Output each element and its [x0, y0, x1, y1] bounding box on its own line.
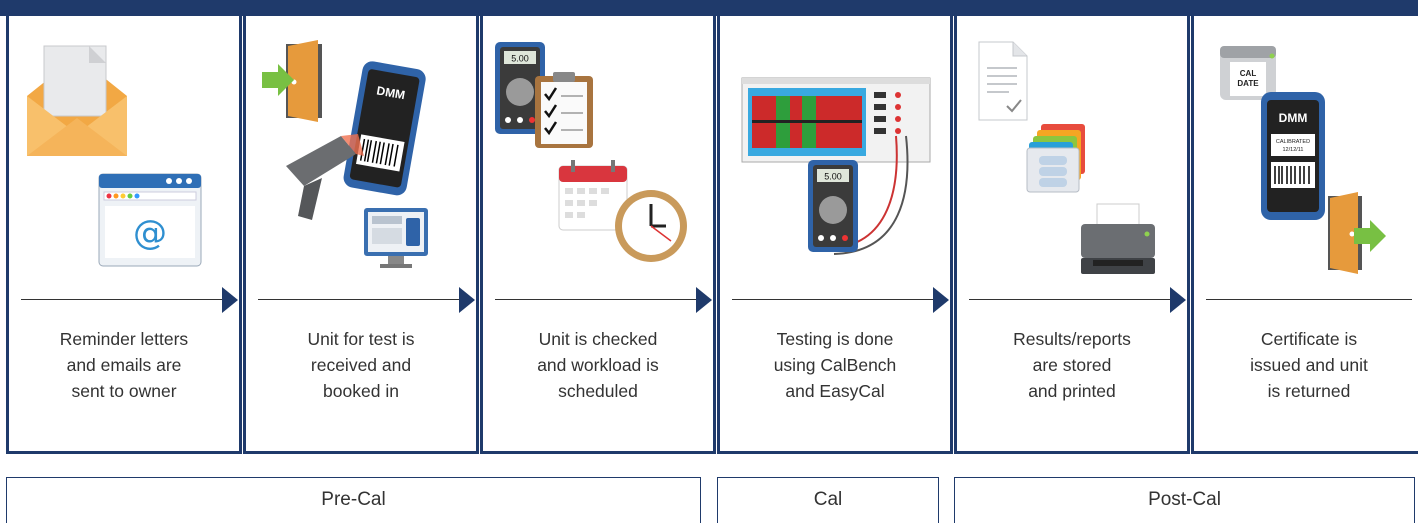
dmm-label: DMM: [1279, 111, 1308, 125]
step-panel-testing: 5.00 Testing is done using CalBench and …: [717, 16, 953, 454]
door-in-icon: [262, 40, 322, 122]
clock-icon: [615, 190, 687, 262]
checklist-clipboard-icon: [535, 72, 593, 148]
door-scanner-dmm-icons: DMM: [262, 40, 428, 268]
calibrated-label: CALIBRATED: [1276, 139, 1310, 145]
flow-arrow: [696, 287, 712, 313]
meter-checklist-calendar-clock-icons: 5.00: [495, 42, 687, 262]
divider: [1206, 299, 1412, 300]
step-panel-reminders: @ Reminder letters and emails are sent t…: [6, 16, 242, 454]
phase-cal: Cal: [717, 477, 939, 523]
envelope-and-email-icons: @: [27, 45, 202, 267]
calbench-instrument-icon: [741, 77, 931, 163]
phase-pre-cal: Pre-Cal: [6, 477, 701, 523]
computer-monitor-icon: [364, 208, 428, 268]
divider: [495, 299, 701, 300]
meter-reading: 5.00: [511, 54, 529, 64]
step-panel-certificate: CAL DATE DMM CALIBRATED 12/12/11 Certifi…: [1191, 16, 1418, 454]
multimeter-icon: 5.00: [808, 160, 858, 252]
divider: [258, 299, 464, 300]
flow-arrow: [222, 287, 238, 313]
folders-database-icon: [1026, 124, 1085, 193]
step-caption: Reminder letters and emails are sent to …: [59, 329, 189, 401]
step-panel-results: Results/reports are stored and printed: [954, 16, 1190, 454]
flow-arrow: [933, 287, 949, 313]
envelope-icon: [27, 45, 127, 156]
calibrated-date: 12/12/11: [1282, 147, 1303, 153]
step-caption: Unit is checked and workload is schedule…: [537, 329, 659, 401]
divider: [732, 299, 938, 300]
calbench-multimeter-icons: 5.00: [741, 77, 931, 255]
dmm-device-icon: DMM CALIBRATED 12/12/11: [1261, 92, 1325, 220]
step-caption: Unit for test is received and booked in: [307, 329, 415, 401]
flow-arrow: [1170, 287, 1186, 313]
label-printer-icon: CAL DATE: [1220, 46, 1276, 100]
printer-icon: [1081, 203, 1155, 274]
step-panel-scheduled: 5.00 Unit is checked and workload is sch…: [480, 16, 716, 454]
cal-date-line1: CAL: [1240, 69, 1257, 78]
label-dmm-door-icons: CAL DATE DMM CALIBRATED 12/12/11: [1220, 46, 1386, 274]
step-caption: Results/reports are stored and printed: [1013, 329, 1131, 401]
phase-post-cal: Post-Cal: [954, 477, 1415, 523]
at-symbol: @: [133, 213, 167, 253]
cal-date-line2: DATE: [1237, 79, 1259, 88]
divider: [969, 299, 1175, 300]
step-caption: Testing is done using CalBench and EasyC…: [773, 329, 897, 401]
email-window-icon: @: [98, 173, 202, 267]
door-out-icon: [1328, 192, 1386, 274]
document-folders-printer-icons: [978, 41, 1155, 274]
divider: [21, 299, 227, 300]
step-caption: Certificate is issued and unit is return…: [1250, 329, 1368, 401]
flow-arrow: [459, 287, 475, 313]
dmm-device-icon: DMM: [343, 61, 426, 196]
meter-reading: 5.00: [824, 172, 842, 182]
header-bar: [0, 0, 1418, 16]
document-icon: [978, 41, 1028, 121]
step-panel-received: DMM Unit for test is received and booked…: [243, 16, 479, 454]
